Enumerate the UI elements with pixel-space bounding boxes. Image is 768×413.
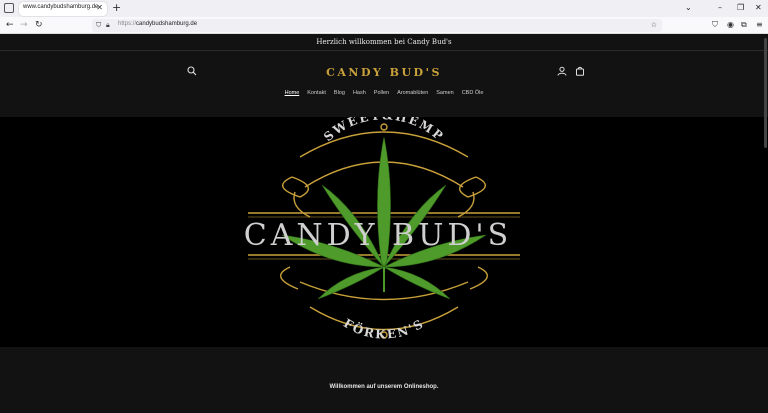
menu-item-samen[interactable]: Samen — [436, 90, 453, 96]
extensions-icon[interactable]: ⧉ — [741, 20, 747, 30]
menu-item-aromabl-ten[interactable]: Aromablüten — [397, 90, 428, 96]
menu-icon[interactable]: ≡ — [756, 20, 763, 30]
back-icon[interactable]: ← — [6, 19, 14, 31]
new-tab-icon[interactable]: + — [112, 1, 121, 15]
account-icon[interactable] — [557, 66, 567, 76]
menu-item-pollen[interactable]: Pollen — [374, 90, 389, 96]
menu-item-hash[interactable]: Hash — [353, 90, 366, 96]
welcome-heading: Willkommen auf unserem Onlineshop. — [329, 384, 439, 390]
tab-overflow-chevron-icon[interactable]: ⌄ — [685, 2, 692, 14]
lock-icon[interactable]: 🔒︎ — [106, 21, 110, 30]
browser-tab-bar: www.candybudshamburg.de ✕ + ⌄ – ❐ ✕ — [0, 0, 768, 17]
maximize-icon[interactable]: ❐ — [737, 2, 744, 14]
site-header: CANDY BUD'S Home Kontakt Blog Hash Pollen Aro… — [0, 51, 768, 117]
hero-brand-text: CANDY BUD'S — [244, 218, 512, 253]
page: Herzlich willkommen bei Candy Bud's CAND… — [0, 34, 768, 413]
tab-list-icon[interactable] — [4, 3, 14, 13]
menu-item-home[interactable]: Home — [285, 90, 300, 96]
minimize-icon[interactable]: – — [718, 2, 722, 14]
menu-item-cbd-le[interactable]: CBD Öle — [462, 90, 484, 96]
hero-bottom-text: FÖRKEN'S — [341, 316, 427, 341]
tab-close-icon[interactable]: ✕ — [96, 3, 103, 12]
reload-icon[interactable]: ↻ — [35, 19, 43, 31]
pocket-icon[interactable]: ⛉ — [712, 20, 718, 30]
address-bar[interactable]: ⛉ 🔒︎ https://candybudshamburg.de ☆ — [92, 19, 662, 32]
menu-item-kontakt[interactable]: Kontakt — [307, 90, 326, 96]
tab-title: www.candybudshamburg.de — [23, 4, 99, 10]
account-icon[interactable]: ◉ — [727, 20, 734, 30]
menu-item-blog[interactable]: Blog — [334, 90, 345, 96]
site-logo[interactable]: CANDY BUD'S — [0, 66, 768, 79]
forward-icon[interactable]: → — [20, 19, 28, 31]
hero-logo-emblem: SWEET&HEMP CANDY BUD'S FÖRKEN'S — [244, 117, 520, 342]
close-window-icon[interactable]: ✕ — [755, 2, 762, 14]
shield-icon[interactable]: ⛉ — [96, 21, 101, 30]
hero-banner: SWEET&HEMP CANDY BUD'S FÖRKEN'S — [0, 117, 768, 347]
cart-icon[interactable] — [575, 66, 585, 76]
browser-nav-bar: ← → ↻ ⛉ 🔒︎ https://candybudshamburg.de ☆… — [0, 17, 768, 34]
page-scrollbar[interactable] — [764, 38, 767, 148]
browser-tab[interactable]: www.candybudshamburg.de ✕ — [19, 2, 107, 16]
main-menu: Home Kontakt Blog Hash Pollen Aromablüten Same… — [0, 90, 768, 96]
bookmark-star-icon[interactable]: ☆ — [651, 21, 657, 30]
announcement-bar: Herzlich willkommen bei Candy Bud's — [0, 34, 768, 51]
url-text: https://candybudshamburg.de — [118, 21, 198, 27]
